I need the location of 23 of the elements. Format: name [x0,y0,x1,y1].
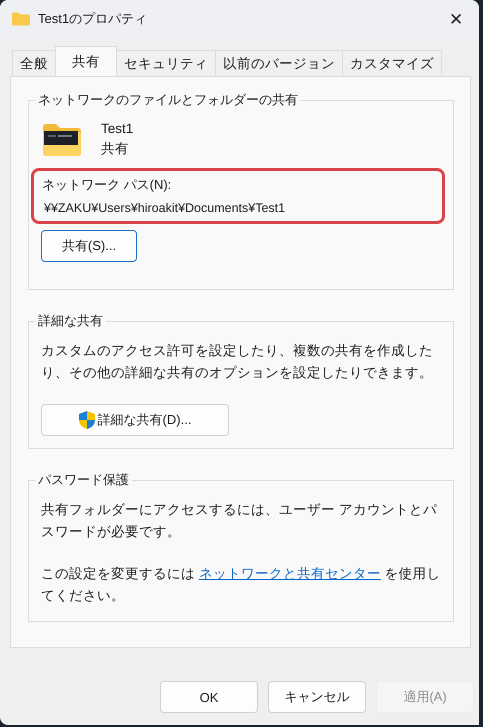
group-title: パスワード保護 [37,471,130,489]
network-path: ¥¥ZAKU¥Users¥hiroakit¥Documents¥Test1 [43,201,286,215]
group-title: 詳細な共有 [37,312,104,330]
instruction-text: この設定を変更するには ネットワークと共有センター を使用してください。 [41,565,441,605]
network-center-link[interactable]: ネットワークと共有センター [198,566,381,581]
share-button[interactable]: 共有(S)... [41,230,137,262]
dialog-button[interactable]: OK [160,681,258,713]
dialog-button[interactable]: キャンセル [268,681,366,713]
tab[interactable]: 共有 [55,46,117,76]
path-label: ネットワーク パス(N): [42,176,172,194]
advanced-sharing-button[interactable]: 詳細な共有(D)... [41,404,229,436]
tab[interactable]: カスタマイズ [342,50,442,76]
description-text: カスタムのアクセス許可を設定したり、複数の共有を作成したり、その他の詳細な共有のオプションを設定したりできます。 [41,342,434,382]
tab[interactable]: 全般 [12,50,56,76]
shield-icon [78,411,95,429]
close-button[interactable]: ✕ [433,0,479,38]
folder-icon [12,12,30,26]
share-status: 共有 [101,140,130,158]
group-title: ネットワークのファイルとフォルダーの共有 [37,91,299,109]
description-text: 共有フォルダーにアクセスするには、ユーザー アカウントとパスワードが必要です。 [41,501,438,541]
folder-icon [43,124,81,156]
folder-name: Test1 [101,121,134,136]
window-title: Test1のプロパティ [38,10,148,28]
